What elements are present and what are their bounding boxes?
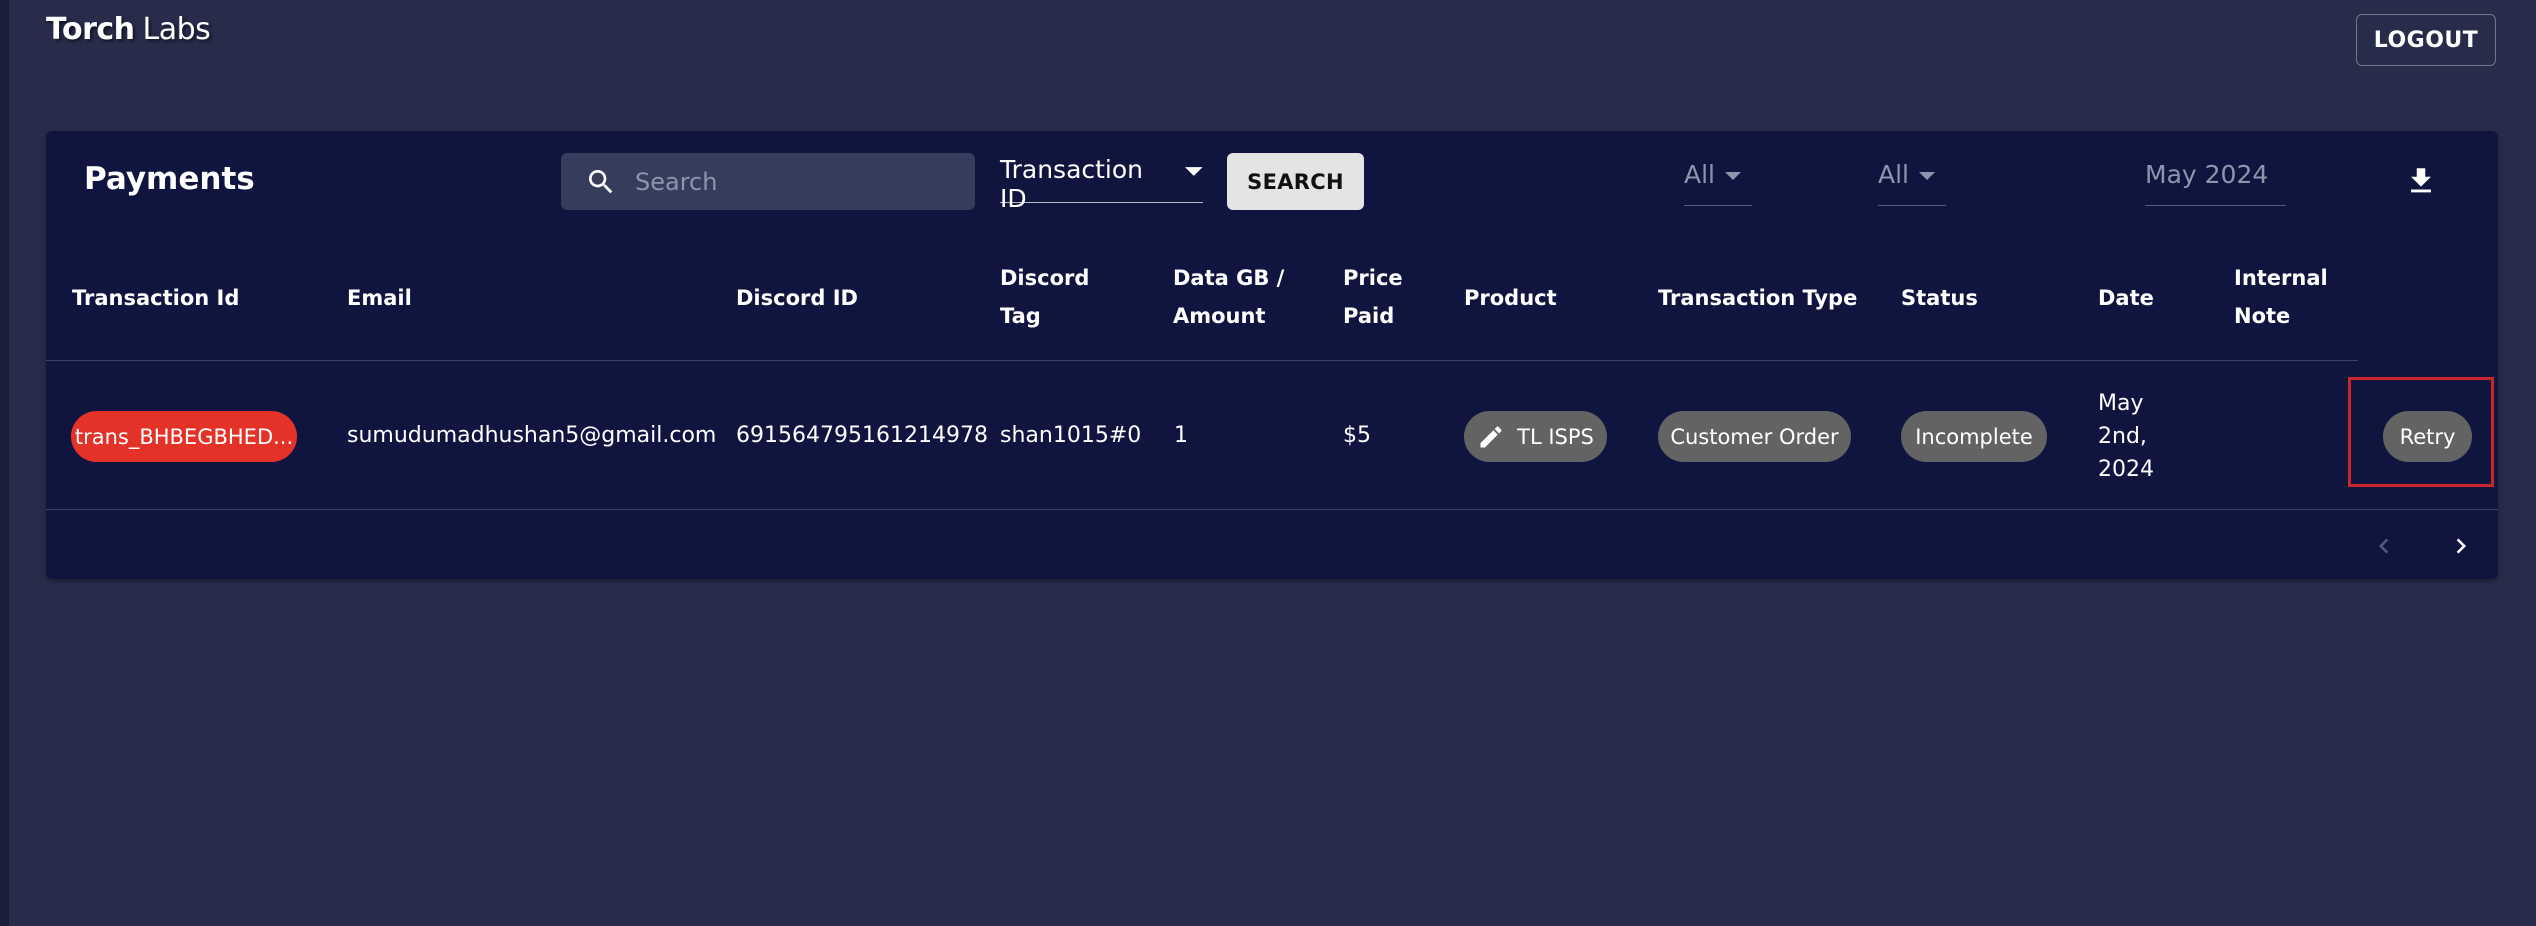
search-icon — [589, 169, 613, 193]
caret-down-icon — [1725, 172, 1741, 180]
header-email: Email — [347, 286, 412, 310]
cell-data-amount: 1 — [1174, 423, 1188, 448]
header-price-paid-line2: Paid — [1343, 304, 1395, 328]
header-price-paid: Price Paid — [1343, 259, 1403, 335]
caret-down-icon — [1919, 172, 1935, 180]
header-status: Status — [1901, 286, 1978, 310]
filter-select-1[interactable]: All — [1684, 160, 1752, 206]
search-box[interactable] — [561, 153, 975, 210]
page-title: Payments — [84, 161, 255, 197]
logout-button[interactable]: LOGOUT — [2356, 14, 2496, 66]
transaction-type-chip: Customer Order — [1658, 411, 1851, 462]
header-data-amount-line2: Amount — [1173, 304, 1266, 328]
search-input[interactable] — [633, 166, 957, 197]
header-transaction-type: Transaction Type — [1658, 286, 1858, 310]
row-divider — [46, 509, 2498, 510]
header-internal-note-line2: Note — [2234, 304, 2291, 328]
header-date: Date — [2098, 286, 2154, 310]
header-discord-tag-line1: Discord — [1000, 266, 1090, 290]
header-discord-tag-line2: Tag — [1000, 304, 1041, 328]
left-edge — [0, 0, 9, 926]
product-chip-label: TL ISPS — [1517, 424, 1594, 449]
header-data-amount: Data GB / Amount — [1173, 259, 1284, 335]
cell-date-line3: 2024 — [2098, 457, 2154, 482]
cell-date-line2: 2nd, — [2098, 424, 2147, 449]
cell-email: sumudumadhushan5@gmail.com — [347, 423, 717, 448]
brand-logo: Torch Labs — [46, 12, 211, 47]
search-field-value: Transaction ID — [1000, 155, 1144, 213]
filter-1-value: All — [1684, 160, 1715, 189]
search-field-select[interactable]: Transaction ID — [1000, 155, 1203, 213]
header-data-amount-line1: Data GB / — [1173, 266, 1285, 290]
header-discord-id: Discord ID — [736, 286, 858, 310]
status-chip: Incomplete — [1901, 411, 2047, 462]
caret-down-icon — [1185, 167, 1203, 176]
header-internal-note: Internal Note — [2234, 259, 2328, 335]
cell-price-paid: $5 — [1343, 423, 1371, 448]
chevron-right-icon[interactable] — [2443, 528, 2479, 564]
cell-discord-id: 691564795161214978 — [736, 423, 988, 448]
date-filter[interactable]: May 2024 — [2145, 160, 2286, 206]
cell-date-line1: May — [2098, 391, 2144, 416]
header-discord-tag: Discord Tag — [1000, 259, 1089, 335]
header-divider — [46, 360, 2358, 361]
header-internal-note-line1: Internal — [2234, 266, 2328, 290]
brand-name-bold: Torch — [46, 12, 135, 47]
cell-date: May 2nd, 2024 — [2098, 387, 2154, 486]
chevron-left-icon[interactable] — [2366, 528, 2402, 564]
cell-discord-tag: shan1015#0 — [1000, 423, 1142, 448]
filter-select-2[interactable]: All — [1878, 160, 1946, 206]
header-transaction-id: Transaction Id — [72, 286, 240, 310]
pencil-icon — [1480, 425, 1502, 447]
retry-button[interactable]: Retry — [2383, 411, 2472, 462]
filter-2-value: All — [1878, 160, 1909, 189]
download-icon[interactable] — [2404, 163, 2438, 199]
product-chip[interactable]: TL ISPS — [1464, 411, 1607, 462]
brand-name-regular: Labs — [142, 12, 211, 47]
transaction-id-chip[interactable]: trans_BHBEGBHED... — [71, 411, 297, 462]
date-filter-value: May 2024 — [2145, 160, 2269, 189]
header-price-paid-line1: Price — [1343, 266, 1403, 290]
search-button[interactable]: SEARCH — [1227, 153, 1364, 210]
header-product: Product — [1464, 286, 1557, 310]
